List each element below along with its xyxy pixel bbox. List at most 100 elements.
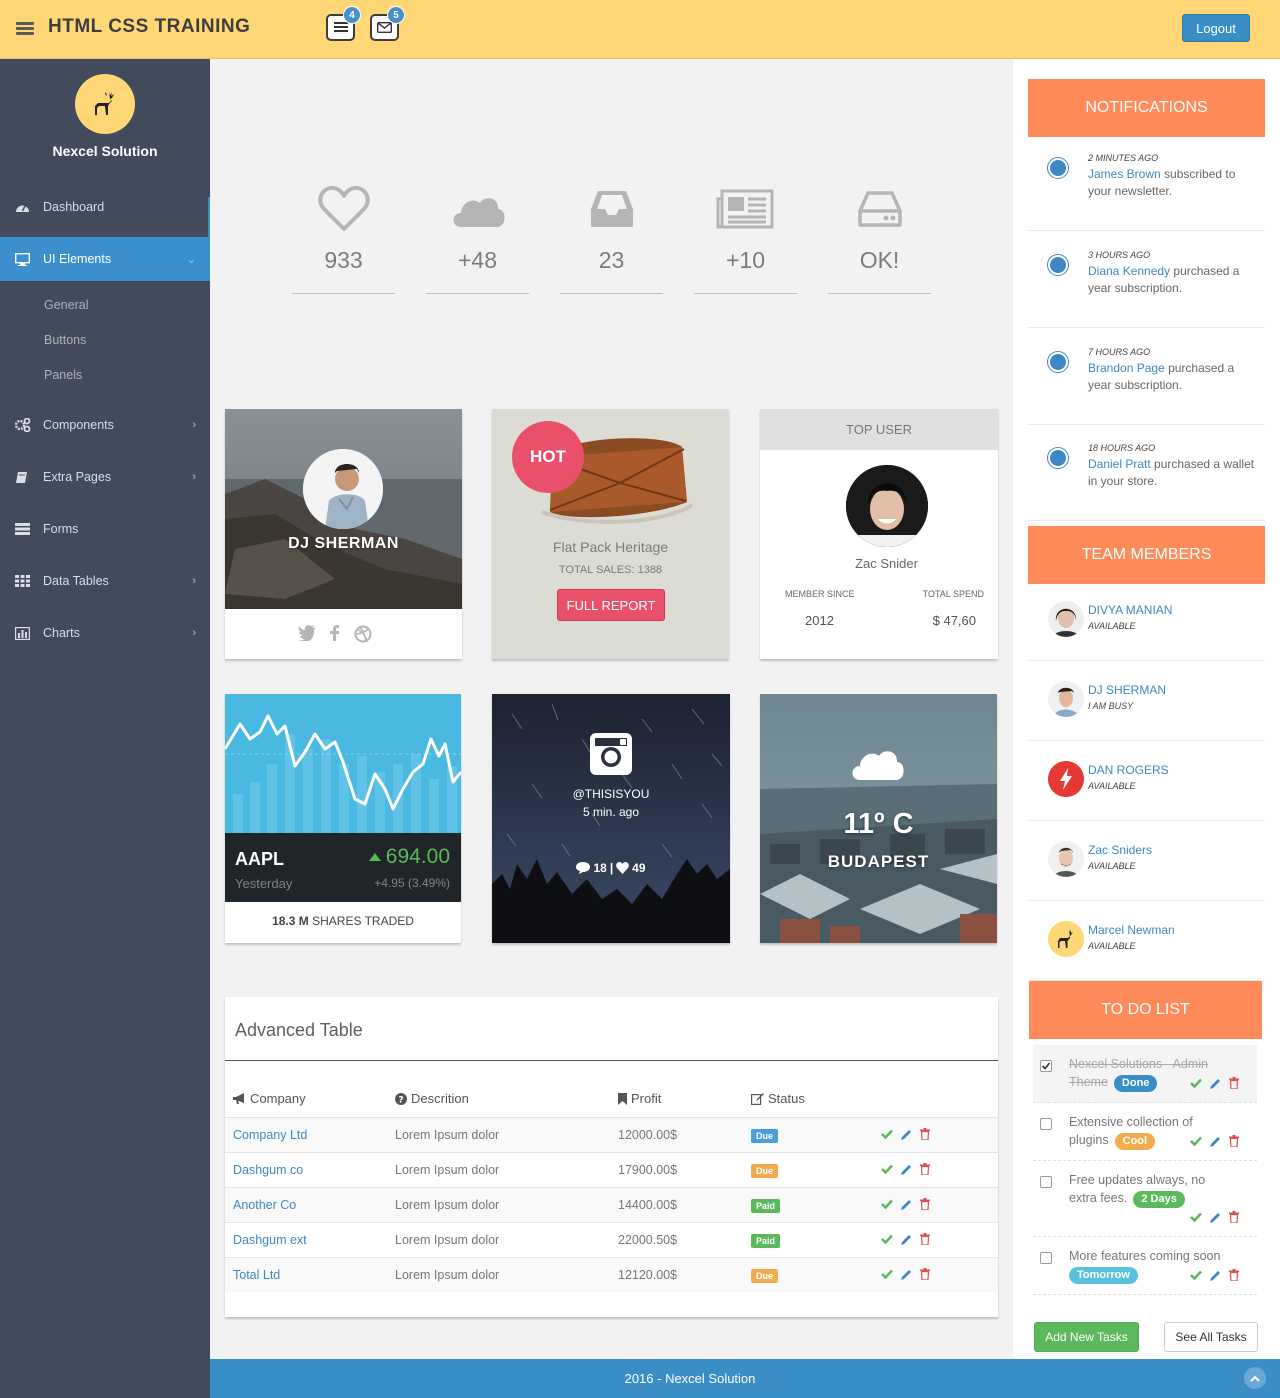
sidebar-toggle-icon[interactable] bbox=[16, 22, 34, 36]
notification-user-link[interactable]: Brandon Page bbox=[1088, 361, 1165, 375]
check-icon[interactable] bbox=[1190, 1212, 1202, 1222]
nav-sub-general[interactable]: General bbox=[44, 298, 88, 312]
pencil-icon[interactable] bbox=[1210, 1270, 1221, 1281]
pencil-icon[interactable] bbox=[901, 1234, 912, 1245]
nav-ui-elements[interactable]: UI Elements ⌄ bbox=[0, 237, 210, 281]
todo-item[interactable]: Free updates always, no extra fees. 2 Day… bbox=[1033, 1161, 1257, 1237]
table-row[interactable]: Dashgum co Lorem Ipsum dolor 17900.00$ D… bbox=[225, 1152, 998, 1187]
trash-icon[interactable] bbox=[1229, 1269, 1239, 1281]
todo-checkbox[interactable] bbox=[1040, 1060, 1052, 1072]
team-member[interactable]: Zac Sniders AVAILABLE bbox=[1028, 821, 1265, 901]
facebook-icon[interactable] bbox=[330, 625, 340, 641]
logout-button[interactable]: Logout bbox=[1182, 14, 1250, 42]
member-name[interactable]: DIVYA MANIAN bbox=[1088, 603, 1172, 617]
team-member[interactable]: DIVYA MANIAN AVAILABLE bbox=[1028, 581, 1265, 661]
trash-icon[interactable] bbox=[920, 1163, 930, 1175]
member-name[interactable]: Zac Sniders bbox=[1088, 843, 1152, 857]
nav-dashboard[interactable]: Dashboard bbox=[0, 185, 210, 229]
todo-item[interactable]: Extensive collection of plugins Cool bbox=[1033, 1103, 1257, 1161]
avatar[interactable] bbox=[1048, 921, 1084, 957]
table-row[interactable]: Another Co Lorem Ipsum dolor 14400.00$ P… bbox=[225, 1187, 998, 1222]
notification-user-link[interactable]: Diana Kennedy bbox=[1088, 264, 1170, 278]
todo-checkbox[interactable] bbox=[1040, 1176, 1052, 1188]
check-icon[interactable] bbox=[881, 1269, 893, 1279]
column-header-description[interactable]: ? Descrition bbox=[395, 1091, 469, 1106]
company-link[interactable]: Dashgum co bbox=[233, 1163, 303, 1177]
see-all-tasks-button[interactable]: See All Tasks bbox=[1164, 1322, 1258, 1352]
avatar[interactable] bbox=[303, 449, 383, 529]
pencil-icon[interactable] bbox=[901, 1269, 912, 1280]
notification-item[interactable]: 3 HOURS AGO Diana Kennedy purchased a ye… bbox=[1028, 250, 1265, 328]
team-member[interactable]: DAN ROGERS AVAILABLE bbox=[1028, 741, 1265, 821]
full-report-button[interactable]: FULL REPORT bbox=[557, 589, 665, 621]
company-link[interactable]: Total Ltd bbox=[233, 1268, 280, 1282]
trash-icon[interactable] bbox=[920, 1268, 930, 1280]
company-link[interactable]: Dashgum ext bbox=[233, 1233, 307, 1247]
todo-item[interactable]: More features coming soon Tomorrow bbox=[1033, 1237, 1257, 1295]
table-row[interactable]: Total Ltd Lorem Ipsum dolor 12120.00$ Du… bbox=[225, 1257, 998, 1292]
pencil-icon[interactable] bbox=[1210, 1078, 1221, 1089]
pencil-icon[interactable] bbox=[901, 1164, 912, 1175]
notification-item[interactable]: 2 MINUTES AGO James Brown subscribed to … bbox=[1028, 153, 1265, 231]
nav-sub-buttons[interactable]: Buttons bbox=[44, 333, 86, 347]
pencil-icon[interactable] bbox=[901, 1199, 912, 1210]
nav-components[interactable]: Components › bbox=[0, 403, 210, 447]
todo-checkbox[interactable] bbox=[1040, 1252, 1052, 1264]
column-header-profit[interactable]: Profit bbox=[618, 1091, 661, 1106]
trash-icon[interactable] bbox=[1229, 1135, 1239, 1147]
todo-checkbox[interactable] bbox=[1040, 1118, 1052, 1130]
table-row[interactable]: Dashgum ext Lorem Ipsum dolor 22000.50$ … bbox=[225, 1222, 998, 1257]
company-link[interactable]: Another Co bbox=[233, 1198, 296, 1212]
check-icon[interactable] bbox=[1190, 1136, 1202, 1146]
avatar[interactable] bbox=[1048, 761, 1084, 797]
column-header-status[interactable]: Status bbox=[751, 1091, 805, 1106]
nav-extra-pages[interactable]: Extra Pages › bbox=[0, 455, 210, 499]
member-name[interactable]: Marcel Newman bbox=[1088, 923, 1175, 937]
add-new-tasks-button[interactable]: Add New Tasks bbox=[1034, 1322, 1139, 1352]
trash-icon[interactable] bbox=[920, 1233, 930, 1245]
avatar[interactable] bbox=[1048, 601, 1084, 637]
instagram-icon[interactable] bbox=[589, 732, 633, 776]
avatar[interactable] bbox=[1048, 841, 1084, 877]
app-title[interactable]: HTML CSS TRAINING bbox=[48, 16, 250, 38]
trash-icon[interactable] bbox=[1229, 1211, 1239, 1223]
nav-sub-panels[interactable]: Panels bbox=[44, 368, 82, 382]
trash-icon[interactable] bbox=[920, 1198, 930, 1210]
check-icon[interactable] bbox=[881, 1164, 893, 1174]
trash-icon[interactable] bbox=[920, 1128, 930, 1140]
member-name[interactable]: DJ SHERMAN bbox=[1088, 683, 1166, 697]
twitter-icon[interactable] bbox=[298, 625, 316, 641]
column-header-company[interactable]: Company bbox=[233, 1091, 306, 1106]
team-member[interactable]: DJ SHERMAN I AM BUSY bbox=[1028, 661, 1265, 741]
company-link[interactable]: Company Ltd bbox=[233, 1128, 307, 1142]
check-icon[interactable] bbox=[881, 1199, 893, 1209]
pencil-icon[interactable] bbox=[901, 1129, 912, 1140]
stat-divider bbox=[292, 293, 395, 294]
avatar[interactable] bbox=[846, 465, 928, 547]
nav-charts[interactable]: Charts › bbox=[0, 611, 210, 655]
dribbble-icon[interactable] bbox=[354, 625, 372, 643]
scroll-to-top-button[interactable] bbox=[1244, 1367, 1266, 1389]
avatar[interactable] bbox=[1048, 681, 1084, 717]
notification-item[interactable]: 18 HOURS AGO Daniel Pratt purchased a wa… bbox=[1028, 443, 1265, 521]
tasks-button[interactable]: 4 bbox=[326, 6, 361, 41]
notification-user-link[interactable]: James Brown bbox=[1088, 167, 1161, 181]
nav-data-tables[interactable]: Data Tables › bbox=[0, 559, 210, 603]
todo-item[interactable]: Nexcel Solutions - Admin Theme Done bbox=[1033, 1045, 1257, 1103]
notification-item[interactable]: 7 HOURS AGO Brandon Page purchased a yea… bbox=[1028, 347, 1265, 425]
mail-button[interactable]: 5 bbox=[370, 6, 405, 41]
check-icon[interactable] bbox=[1190, 1078, 1202, 1088]
notification-user-link[interactable]: Daniel Pratt bbox=[1088, 457, 1151, 471]
check-icon[interactable] bbox=[1190, 1270, 1202, 1280]
status-badge: Due bbox=[751, 1164, 779, 1178]
member-name[interactable]: DAN ROGERS bbox=[1088, 763, 1169, 777]
table-row[interactable]: Company Ltd Lorem Ipsum dolor 12000.00$ … bbox=[225, 1117, 998, 1152]
check-icon[interactable] bbox=[881, 1129, 893, 1139]
trash-icon[interactable] bbox=[1229, 1077, 1239, 1089]
avatar[interactable] bbox=[75, 74, 135, 134]
pencil-icon[interactable] bbox=[1210, 1136, 1221, 1147]
nav-forms[interactable]: Forms bbox=[0, 507, 210, 551]
pencil-icon[interactable] bbox=[1210, 1212, 1221, 1223]
check-icon[interactable] bbox=[881, 1234, 893, 1244]
team-member[interactable]: Marcel Newman AVAILABLE bbox=[1028, 901, 1265, 981]
